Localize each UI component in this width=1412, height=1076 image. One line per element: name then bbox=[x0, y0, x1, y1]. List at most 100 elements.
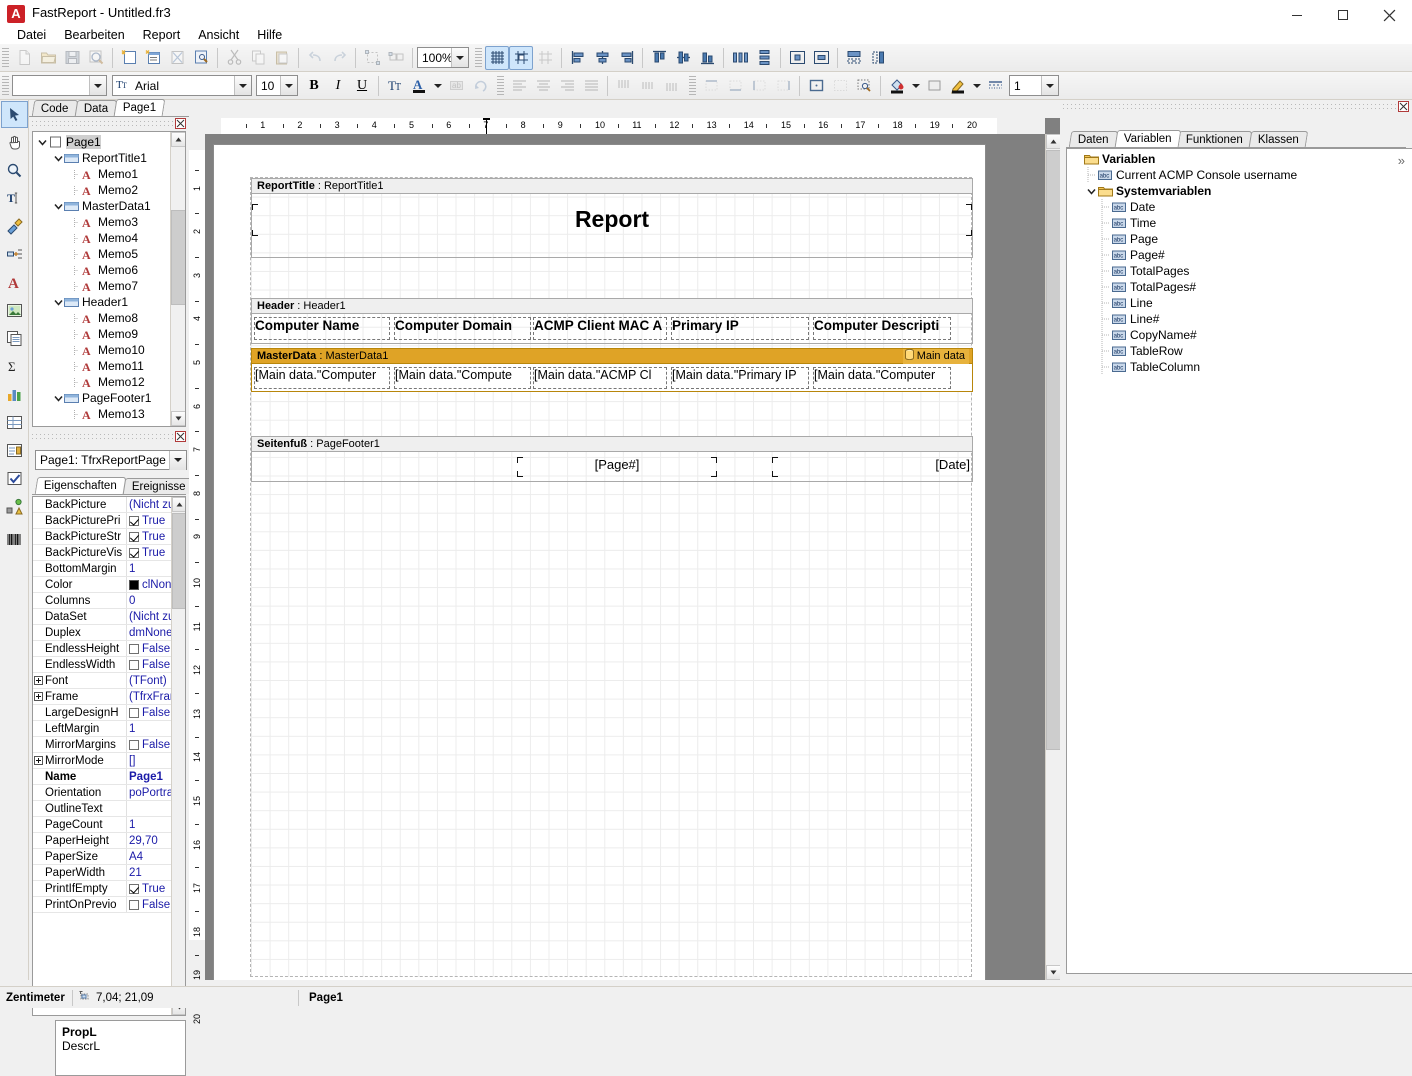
property-value[interactable]: False bbox=[126, 657, 171, 672]
expand-property-icon[interactable] bbox=[33, 673, 44, 688]
memo-data-computer-domain[interactable]: [Main data."Compute bbox=[395, 368, 530, 388]
canvas-vertical-scrollbar[interactable] bbox=[1045, 134, 1060, 980]
variables-tree[interactable]: VariablenabcCurrent ACMP Console usernam… bbox=[1066, 148, 1412, 974]
save-icon[interactable] bbox=[60, 46, 84, 70]
memo-data-computer-name[interactable]: [Main data."Computer bbox=[255, 368, 389, 388]
memo-header-computer-domain[interactable]: Computer Domain bbox=[395, 318, 530, 339]
report-tree-scrollbar[interactable] bbox=[170, 132, 185, 426]
paragraph-toolbar-grip[interactable] bbox=[497, 76, 504, 96]
chevron-down-icon[interactable] bbox=[53, 201, 64, 212]
table-object-tool[interactable] bbox=[1, 409, 28, 436]
insert-band-tool[interactable] bbox=[1, 241, 28, 268]
variables-tree-node[interactable]: abcTotalPages# bbox=[1069, 279, 1410, 295]
band-pagefooter[interactable]: Seitenfuß: PageFooter1 [Page#] [Date] bbox=[251, 436, 973, 482]
preview-icon[interactable] bbox=[84, 46, 108, 70]
chevron-down-icon[interactable] bbox=[1085, 187, 1097, 196]
italic-button[interactable]: I bbox=[326, 74, 350, 98]
close-panel-icon[interactable] bbox=[175, 118, 186, 129]
report-tree-node[interactable]: AMemo4 bbox=[33, 230, 169, 246]
align-text-justify-icon[interactable] bbox=[579, 74, 603, 98]
dataset-badge[interactable]: Main data bbox=[903, 349, 969, 364]
zoom-tool[interactable] bbox=[1, 157, 28, 184]
line-style-icon[interactable] bbox=[983, 74, 1007, 98]
band-reporttitle[interactable]: ReportTitle: ReportTitle1 Report bbox=[251, 178, 973, 258]
report-tree-node[interactable]: AMemo5 bbox=[33, 246, 169, 262]
ungroup-icon[interactable] bbox=[384, 46, 408, 70]
close-panel-icon[interactable] bbox=[1398, 101, 1409, 112]
report-tree-node[interactable]: AMemo3 bbox=[33, 214, 169, 230]
property-row[interactable]: BackPictureVisTrue bbox=[33, 545, 171, 561]
report-tree-node[interactable]: Page1 bbox=[33, 134, 169, 150]
inspector-panel-grip[interactable] bbox=[29, 430, 189, 442]
report-tree-node[interactable]: AMemo9 bbox=[33, 326, 169, 342]
variables-tree-node[interactable]: Variablen bbox=[1069, 151, 1410, 167]
tab-code[interactable]: Code bbox=[32, 100, 78, 116]
font-color-dropdown[interactable] bbox=[431, 74, 444, 98]
expand-property-icon[interactable] bbox=[33, 689, 44, 704]
scrollbar-thumb[interactable] bbox=[171, 210, 186, 305]
band-header-reporttitle[interactable]: ReportTitle: ReportTitle1 bbox=[251, 178, 973, 194]
chevron-down-icon[interactable] bbox=[53, 153, 64, 164]
menu-ansicht[interactable]: Ansicht bbox=[189, 26, 248, 44]
band-body-reporttitle[interactable]: Report bbox=[251, 194, 973, 258]
new-dialog-icon[interactable] bbox=[141, 46, 165, 70]
property-value[interactable]: True bbox=[126, 513, 171, 528]
text-toolbar-grip[interactable] bbox=[2, 76, 9, 96]
variables-tree-node[interactable]: abcTableColumn bbox=[1069, 359, 1410, 375]
font-name-combo[interactable]: TT Arial bbox=[112, 75, 252, 96]
data-panel-grip[interactable] bbox=[1060, 100, 1412, 112]
property-value[interactable]: False bbox=[126, 705, 171, 720]
copy-icon[interactable] bbox=[246, 46, 270, 70]
variables-tree-node[interactable]: abcLine# bbox=[1069, 311, 1410, 327]
format-painter-tool[interactable] bbox=[1, 213, 28, 240]
property-value[interactable]: 1 bbox=[126, 817, 171, 832]
new-document-icon[interactable] bbox=[12, 46, 36, 70]
report-tree-node[interactable]: AMemo11 bbox=[33, 358, 169, 374]
property-row[interactable]: EndlessHeightFalse bbox=[33, 641, 171, 657]
variables-tree-node[interactable]: Systemvariablen bbox=[1069, 183, 1410, 199]
font-size-combo[interactable]: 10 bbox=[256, 75, 298, 96]
report-tree-node[interactable]: MasterData1 bbox=[33, 198, 169, 214]
property-value[interactable] bbox=[126, 801, 171, 816]
space-horizontally-icon[interactable] bbox=[728, 46, 752, 70]
property-row[interactable]: PrintIfEmptyTrue bbox=[33, 881, 171, 897]
property-value[interactable]: (Nicht zugeo bbox=[126, 609, 171, 624]
no-fill-icon[interactable] bbox=[922, 74, 946, 98]
property-checkbox[interactable] bbox=[129, 516, 139, 526]
property-value[interactable]: True bbox=[126, 881, 171, 896]
tab-klassen[interactable]: Klassen bbox=[1249, 131, 1308, 147]
align-top-icon[interactable] bbox=[647, 46, 671, 70]
property-row[interactable]: ColorclNone bbox=[33, 577, 171, 593]
richtext-object-tool[interactable] bbox=[1, 437, 28, 464]
barcode-object-tool[interactable] bbox=[1, 526, 28, 553]
band-header-masterdata[interactable]: MasterData: MasterData1 Main data bbox=[251, 348, 973, 364]
fill-color-icon[interactable] bbox=[885, 74, 909, 98]
property-value[interactable]: poPortrait bbox=[126, 785, 171, 800]
property-value[interactable]: 21 bbox=[126, 865, 171, 880]
align-center-h-icon[interactable] bbox=[590, 46, 614, 70]
property-row[interactable]: LargeDesignHFalse bbox=[33, 705, 171, 721]
report-tree-node[interactable]: AMemo10 bbox=[33, 342, 169, 358]
checkbox-object-tool[interactable] bbox=[1, 465, 28, 492]
property-row[interactable]: PrintOnPrevioFalse bbox=[33, 897, 171, 913]
snap-to-grid-icon[interactable] bbox=[509, 46, 533, 70]
scroll-up-button[interactable] bbox=[171, 132, 186, 147]
property-row[interactable]: PaperHeight29,70 bbox=[33, 833, 171, 849]
cut-icon[interactable] bbox=[222, 46, 246, 70]
variables-tree-node[interactable]: abcPage# bbox=[1069, 247, 1410, 263]
report-tree-node[interactable]: ReportTitle1 bbox=[33, 150, 169, 166]
property-row[interactable]: MirrorMarginsFalse bbox=[33, 737, 171, 753]
report-tree-node[interactable]: AMemo6 bbox=[33, 262, 169, 278]
property-checkbox[interactable] bbox=[129, 900, 139, 910]
memo-header-acmp-client-mac[interactable]: ACMP Client MAC A bbox=[534, 318, 666, 339]
band-masterdata[interactable]: MasterData: MasterData1 Main data bbox=[251, 348, 973, 392]
line-color-dropdown[interactable] bbox=[970, 74, 983, 98]
property-row[interactable]: PageCount1 bbox=[33, 817, 171, 833]
memo-header-primary-ip[interactable]: Primary IP bbox=[672, 318, 808, 339]
tab-ereignisse[interactable]: Ereignisse bbox=[123, 478, 195, 494]
subreport-object-tool[interactable] bbox=[1, 325, 28, 352]
resize-handle-br[interactable] bbox=[966, 230, 972, 236]
chevron-down-icon[interactable] bbox=[37, 137, 48, 148]
memo-data-acmp-client-mac[interactable]: [Main data."ACMP Cl bbox=[534, 368, 666, 388]
report-tree-node[interactable]: PageFooter1 bbox=[33, 390, 169, 406]
